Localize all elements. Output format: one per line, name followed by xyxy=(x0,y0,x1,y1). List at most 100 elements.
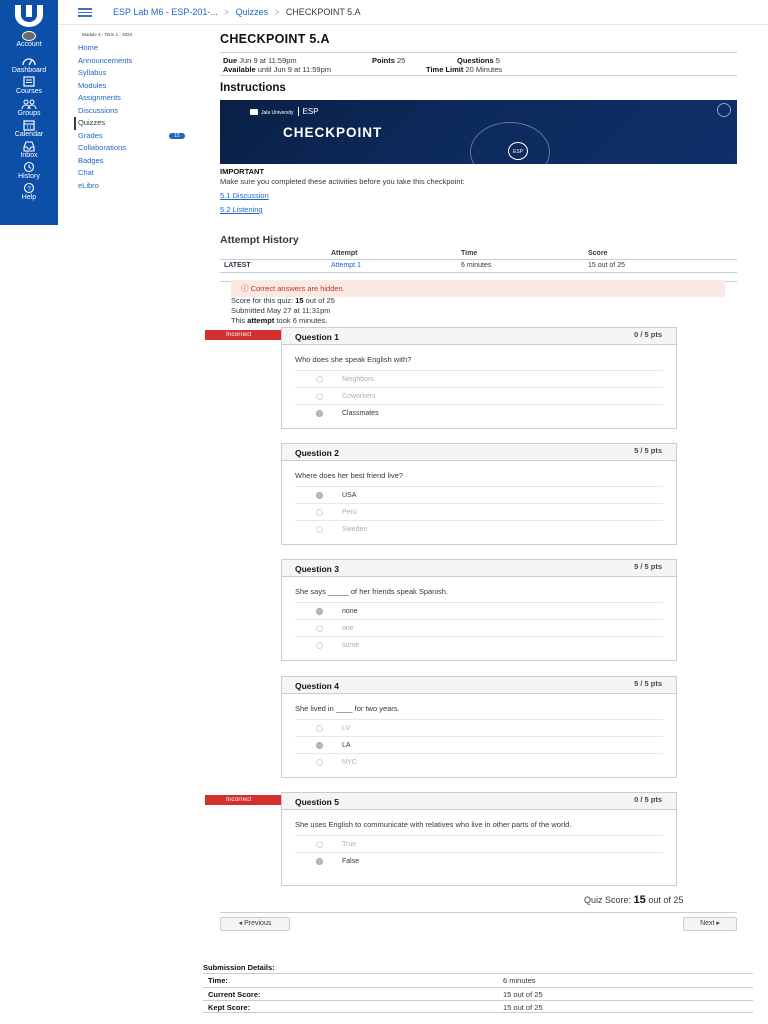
question-title: Question 3 xyxy=(295,564,339,574)
gnav-calendar[interactable]: Calendar xyxy=(0,119,58,139)
course-nav-grades[interactable]: Grades 15 xyxy=(74,130,194,143)
breadcrumb-course-link[interactable]: ESP Lab M6 - ESP-201-... xyxy=(113,7,218,17)
groups-icon xyxy=(21,99,37,110)
answer-list: USA Perú Sweden xyxy=(295,486,663,537)
breadcrumb-separator: > xyxy=(274,8,280,17)
gnav-account-label: Account xyxy=(16,41,42,48)
question-title: Question 1 xyxy=(295,332,339,342)
banner-title: CHECKPOINT xyxy=(283,125,383,140)
answer-option: True xyxy=(295,835,663,852)
answer-option: Sweden xyxy=(295,520,663,537)
history-icon xyxy=(23,161,35,173)
breadcrumb-quizzes-link[interactable]: Quizzes xyxy=(236,7,269,17)
course-nav-home[interactable]: Home xyxy=(74,42,194,55)
course-nav-discussions[interactable]: Discussions xyxy=(74,105,194,118)
gnav-courses[interactable]: Courses xyxy=(0,76,58,96)
question-points: 0 / 5 pts xyxy=(634,330,662,339)
quiz-meta: Due Jun 9 at 11:59pm Points 25 Questions… xyxy=(220,53,737,75)
radio-button xyxy=(316,759,323,766)
course-nav: Module 3 - Term 1 - 2024 Home Announceme… xyxy=(74,32,194,192)
question-text: Who does she speak English with? xyxy=(295,355,412,364)
dashboard-icon xyxy=(22,58,36,66)
submission-label: Kept Score: xyxy=(208,1003,251,1012)
instructions-heading: Instructions xyxy=(220,82,286,94)
discussion-link[interactable]: 5.1 Discussion xyxy=(220,191,737,200)
svg-text:?: ? xyxy=(27,185,31,192)
course-nav-announcements[interactable]: Announcements xyxy=(74,55,194,68)
checkpoint-banner: Jala UniversityESP CHECKPOINT ESP Lab xyxy=(220,100,737,164)
page-title: CHECKPOINT 5.A xyxy=(220,32,330,46)
course-nav-elibro[interactable]: eLibro xyxy=(74,180,194,193)
question-title: Question 4 xyxy=(295,681,339,691)
gnav-calendar-label: Calendar xyxy=(14,131,44,138)
question-card-5: Question 5 0 / 5 pts She uses English to… xyxy=(281,792,677,886)
submission-row: Kept Score: 15 out of 25 xyxy=(203,1000,753,1013)
radio-button xyxy=(316,642,323,649)
hamburger-menu-icon[interactable] xyxy=(78,8,92,17)
question-text: Where does her best friend live? xyxy=(295,471,403,480)
instructions-text: Make sure you completed these activities… xyxy=(220,177,465,186)
question-header: Question 2 5 / 5 pts xyxy=(282,444,676,461)
breadcrumb-separator: > xyxy=(224,8,230,17)
course-nav-modules[interactable]: Modules xyxy=(74,80,194,93)
answer-option-selected: Classmates xyxy=(295,404,663,421)
gnav-dashboard[interactable]: Dashboard xyxy=(0,55,58,75)
table-row: LATEST Attempt 1 6 minutes 15 out of 25 xyxy=(220,259,737,273)
table-header: Attempt xyxy=(331,248,461,260)
inbox-icon xyxy=(23,141,35,152)
answer-list: True False xyxy=(295,835,663,869)
radio-button xyxy=(316,393,323,400)
top-bar: ESP Lab M6 - ESP-201-... > Quizzes > CHE… xyxy=(58,0,768,25)
attempt-time: 6 minutes xyxy=(461,259,588,273)
course-nav-collaborations[interactable]: Collaborations xyxy=(74,142,194,155)
time-limit: Time Limit 20 Minutes xyxy=(426,65,503,74)
question-text: She lived in ____ for two years. xyxy=(295,704,400,713)
banner-decoration xyxy=(470,122,550,164)
attempt-score: 15 out of 25 xyxy=(588,259,737,273)
answer-list: LV LA NYC xyxy=(295,719,663,770)
courses-icon xyxy=(23,76,35,87)
divider xyxy=(220,75,737,76)
university-logo-icon[interactable] xyxy=(9,3,49,29)
question-count: Questions 5 xyxy=(457,56,500,65)
course-nav-badges[interactable]: Badges xyxy=(74,155,194,168)
avatar xyxy=(22,31,36,41)
alert-text: Correct answers are hidden. xyxy=(250,284,345,293)
calendar-icon xyxy=(23,120,35,131)
table-header: Score xyxy=(588,248,737,260)
attempt-link[interactable]: Attempt 1 xyxy=(331,259,461,273)
question-card-3: Question 3 5 / 5 pts She says _____ of h… xyxy=(281,559,677,661)
next-button[interactable]: Next ▸ xyxy=(683,917,737,931)
course-nav-assignments[interactable]: Assignments xyxy=(74,92,194,105)
course-nav-quizzes[interactable]: Quizzes xyxy=(74,117,194,130)
answer-list: Neighbors Coworkers Classmates xyxy=(295,370,663,421)
answer-option: Perú xyxy=(295,503,663,520)
question-points: 0 / 5 pts xyxy=(634,795,662,804)
course-nav-chat[interactable]: Chat xyxy=(74,167,194,180)
course-nav-syllabus[interactable]: Syllabus xyxy=(74,67,194,80)
gnav-inbox[interactable]: Inbox xyxy=(0,140,58,160)
gnav-groups[interactable]: Groups xyxy=(0,98,58,118)
listening-link[interactable]: 5.2 Listening xyxy=(220,205,737,214)
divider xyxy=(220,912,737,913)
answer-option: one xyxy=(295,619,663,636)
term-label: Module 3 - Term 1 - 2024 xyxy=(82,32,133,37)
radio-button xyxy=(316,841,323,848)
question-text: She uses English to communicate with rel… xyxy=(295,820,572,829)
radio-button xyxy=(316,725,323,732)
previous-button[interactable]: ◂ Previous xyxy=(220,917,290,931)
submitted-line: Submitted May 27 at 11:31pm xyxy=(231,306,331,315)
gnav-courses-label: Courses xyxy=(15,88,43,95)
attempt-duration-line: This attempt took 6 minutes. xyxy=(231,316,328,325)
radio-button-checked xyxy=(316,492,323,499)
gnav-history[interactable]: History xyxy=(0,161,58,181)
question-card-1: Question 1 0 / 5 pts Who does she speak … xyxy=(281,327,677,429)
important-label: IMPORTANT xyxy=(220,167,265,176)
attempt-history-heading: Attempt History xyxy=(220,234,299,246)
gnav-help[interactable]: ? Help xyxy=(0,182,58,202)
submission-value: 15 out of 25 xyxy=(503,1003,543,1012)
gnav-account[interactable]: Account xyxy=(0,31,58,49)
question-text: She says _____ of her friends speak Span… xyxy=(295,587,449,596)
answer-option-selected: False xyxy=(295,852,663,869)
answer-option: LV xyxy=(295,719,663,736)
